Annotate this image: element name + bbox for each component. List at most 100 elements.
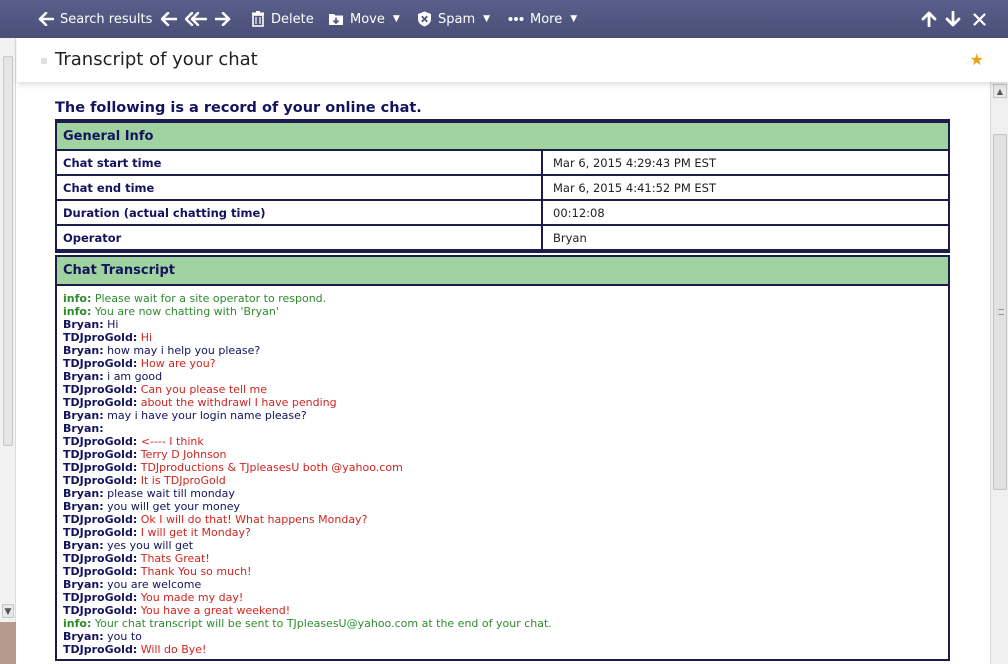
move-button[interactable]: Move ▼ (328, 0, 400, 38)
chat-line: info: Please wait for a site operator to… (63, 292, 942, 305)
chat-text: Hi (140, 331, 153, 344)
chat-text: You made my day! (140, 591, 244, 604)
left-panel-edge (0, 622, 16, 664)
chat-line: TDJproGold: You made my day! (63, 591, 942, 604)
more-label: More (530, 11, 563, 27)
chat-text: I will get it Monday? (140, 526, 251, 539)
general-info-table: General Info Chat start time Mar 6, 2015… (55, 119, 950, 253)
arrow-right-icon (215, 12, 231, 26)
close-icon (973, 12, 986, 26)
spam-button[interactable]: Spam ▼ (417, 0, 490, 38)
search-results-label: Search results (60, 11, 153, 27)
next-message-button[interactable] (945, 0, 961, 38)
general-info-header: General Info (57, 123, 948, 149)
chat-text: You have a great weekend! (140, 604, 291, 617)
reply-icon (161, 12, 177, 26)
chat-speaker: TDJproGold: (63, 331, 138, 344)
chat-speaker: Bryan: (63, 409, 104, 422)
chat-text: Will do Bye! (140, 643, 207, 656)
chat-line: Bryan: please wait till monday (63, 487, 942, 500)
chat-speaker: TDJproGold: (63, 513, 138, 526)
chat-transcript: Chat Transcript info: Please wait for a … (55, 255, 950, 661)
previous-message-button[interactable] (921, 0, 937, 38)
scroll-up-icon[interactable]: ▲ (993, 84, 1007, 98)
chat-speaker: TDJproGold: (63, 396, 138, 409)
chat-text: you to (107, 630, 142, 643)
info-label: Chat start time (57, 151, 543, 174)
chat-text: you are welcome (107, 578, 202, 591)
info-value: Mar 6, 2015 4:41:52 PM EST (543, 176, 948, 199)
left-scrollbar-thumb[interactable] (3, 56, 13, 446)
chat-line: Bryan: (63, 422, 942, 435)
chat-line: TDJproGold: Thats Great! (63, 552, 942, 565)
chat-line: TDJproGold: You have a great weekend! (63, 604, 942, 617)
chat-line: Bryan: Hi (63, 318, 942, 331)
chat-text: Your chat transcript will be sent to TJp… (94, 617, 552, 630)
chevron-down-icon: ▼ (392, 14, 400, 24)
more-button[interactable]: More ▼ (508, 0, 577, 38)
chat-speaker: Bryan: (63, 500, 104, 513)
arrow-up-icon (921, 11, 937, 27)
reply-button[interactable] (161, 0, 177, 38)
chat-text: Can you please tell me (140, 383, 268, 396)
chat-text: TDJproductions & TJpleasesU both @yahoo.… (140, 461, 403, 474)
chat-speaker: info: (63, 292, 92, 305)
scroll-down-icon[interactable]: ▼ (2, 604, 14, 618)
message-subject: Transcript of your chat (55, 49, 258, 70)
chevron-down-icon: ▼ (570, 14, 578, 24)
reply-all-button[interactable] (185, 0, 207, 38)
message-scrollbar-thumb[interactable] (993, 134, 1007, 490)
chat-text: i am good (107, 370, 163, 383)
close-button[interactable] (973, 0, 986, 38)
read-indicator (41, 58, 47, 64)
move-label: Move (350, 11, 385, 27)
trash-icon (252, 11, 264, 27)
table-row: Operator Bryan (57, 226, 948, 249)
table-row: Chat start time Mar 6, 2015 4:29:43 PM E… (57, 151, 948, 174)
arrow-down-icon (945, 11, 961, 27)
folder-move-icon (329, 14, 343, 25)
chat-line: Bryan: how may i help you please? (63, 344, 942, 357)
more-dots-icon (508, 17, 524, 21)
chat-speaker: Bryan: (63, 630, 104, 643)
message-toolbar: Search results Delete Move ▼ Spam ▼ More… (0, 0, 1008, 38)
chat-line: TDJproGold: about the withdrawl I have p… (63, 396, 942, 409)
chat-line: TDJproGold: Ok I will do that! What happ… (63, 513, 942, 526)
chat-text: how may i help you please? (107, 344, 261, 357)
star-icon[interactable]: ★ (970, 50, 984, 69)
chat-line: info: You are now chatting with 'Bryan' (63, 305, 942, 318)
chat-line: TDJproGold: Will do Bye! (63, 643, 942, 656)
delete-label: Delete (271, 11, 314, 27)
chat-line: TDJproGold: Can you please tell me (63, 383, 942, 396)
chat-line: Bryan: you are welcome (63, 578, 942, 591)
search-results-button[interactable]: Search results (38, 0, 152, 38)
message-body: The following is a record of your online… (55, 96, 950, 661)
info-value: Mar 6, 2015 4:29:43 PM EST (543, 151, 948, 174)
chat-line: info: Your chat transcript will be sent … (63, 617, 942, 630)
chat-line: Bryan: i am good (63, 370, 942, 383)
delete-button[interactable]: Delete (251, 0, 314, 38)
chat-speaker: TDJproGold: (63, 552, 138, 565)
left-scrollbar[interactable]: ▼ (0, 38, 16, 664)
chat-speaker: Bryan: (63, 370, 104, 383)
chat-speaker: Bryan: (63, 578, 104, 591)
info-value: 00:12:08 (543, 201, 948, 224)
forward-button[interactable] (215, 0, 231, 38)
chat-speaker: TDJproGold: (63, 435, 138, 448)
chat-line: Bryan: may i have your login name please… (63, 409, 942, 422)
chat-speaker: Bryan: (63, 344, 104, 357)
chat-speaker: TDJproGold: (63, 357, 138, 370)
chat-speaker: TDJproGold: (63, 643, 138, 656)
chat-line: TDJproGold: How are you? (63, 357, 942, 370)
chat-speaker: info: (63, 305, 92, 318)
chat-line: TDJproGold: It is TDJproGold (63, 474, 942, 487)
chat-speaker: TDJproGold: (63, 604, 138, 617)
message-scrollbar[interactable]: ▲ (990, 82, 1008, 664)
chat-line: TDJproGold: Thank You so much! (63, 565, 942, 578)
chat-line: TDJproGold: TDJproductions & TJpleasesU … (63, 461, 942, 474)
info-label: Operator (57, 226, 543, 249)
chat-text: How are you? (140, 357, 216, 370)
chat-speaker: TDJproGold: (63, 565, 138, 578)
spam-label: Spam (438, 11, 476, 27)
chat-line: TDJproGold: <---- I think (63, 435, 942, 448)
